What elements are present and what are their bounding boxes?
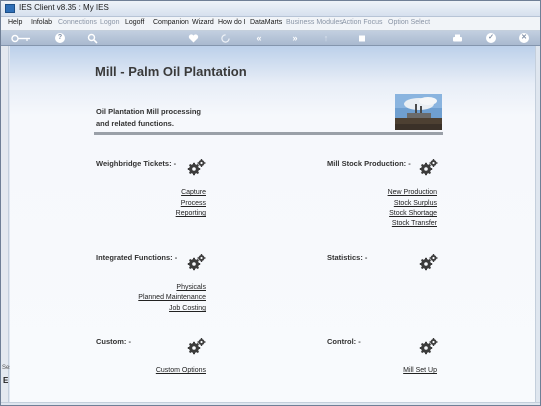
link-stock-transfer[interactable]: Stock Transfer bbox=[392, 220, 437, 227]
stop-icon[interactable] bbox=[357, 33, 367, 44]
key-icon[interactable] bbox=[11, 33, 31, 44]
section-custom: Custom: - bbox=[96, 337, 131, 346]
menu-logon[interactable]: Logon bbox=[100, 19, 119, 26]
toolbar: ? « » ↑ ✓ ✕ bbox=[1, 31, 540, 46]
app-icon bbox=[5, 4, 15, 13]
help-icon[interactable]: ? bbox=[55, 33, 65, 43]
window-title: IES Client v8.35 : My IES bbox=[19, 3, 109, 12]
refresh-icon[interactable] bbox=[220, 33, 231, 44]
forward-icon[interactable]: » bbox=[289, 33, 301, 44]
link-planned-maintenance[interactable]: Planned Maintenance bbox=[138, 294, 206, 301]
ok-icon[interactable]: ✓ bbox=[486, 33, 496, 43]
section-integrated-functions: Integrated Functions: - bbox=[96, 253, 178, 262]
gear-icon[interactable] bbox=[187, 158, 207, 176]
section-control: Control: - bbox=[327, 337, 361, 346]
menu-bar: Help Infolab Connections Logon Logoff Co… bbox=[1, 17, 540, 31]
menu-option-select[interactable]: Option Select bbox=[388, 19, 430, 26]
section-statistics: Statistics: - bbox=[327, 253, 368, 262]
gear-icon[interactable] bbox=[419, 158, 439, 176]
close-icon[interactable]: ✕ bbox=[519, 33, 529, 43]
gear-icon[interactable] bbox=[187, 337, 207, 355]
page-subtitle: Oil Plantation Mill processing and relat… bbox=[96, 106, 201, 130]
right-side-panel bbox=[535, 46, 540, 405]
link-process[interactable]: Process bbox=[181, 200, 206, 207]
link-new-production[interactable]: New Production bbox=[388, 189, 437, 196]
link-mill-set-up[interactable]: Mill Set Up bbox=[403, 367, 437, 374]
app-window: IES Client v8.35 : My IES Help Infolab C… bbox=[0, 0, 541, 406]
side-panel-letter: E bbox=[3, 376, 9, 385]
mill-photo bbox=[395, 94, 442, 130]
gear-icon[interactable] bbox=[419, 253, 439, 271]
back-icon[interactable]: « bbox=[253, 33, 265, 44]
link-stock-shortage[interactable]: Stock Shortage bbox=[389, 210, 437, 217]
page-subtitle-line1: Oil Plantation Mill processing bbox=[96, 107, 202, 116]
menu-business-modules[interactable]: Business Modules bbox=[286, 19, 343, 26]
link-capture[interactable]: Capture bbox=[181, 189, 206, 196]
link-reporting[interactable]: Reporting bbox=[176, 210, 206, 217]
link-stock-surplus[interactable]: Stock Surplus bbox=[394, 200, 437, 207]
title-bar: IES Client v8.35 : My IES bbox=[1, 1, 540, 17]
section-weighbridge-tickets: Weighbridge Tickets: - bbox=[96, 159, 177, 168]
bottom-edge bbox=[1, 402, 540, 405]
menu-logoff[interactable]: Logoff bbox=[125, 19, 144, 26]
menu-connections[interactable]: Connections bbox=[58, 19, 97, 26]
menu-help[interactable]: Help bbox=[8, 19, 22, 26]
menu-companion[interactable]: Companion bbox=[153, 19, 189, 26]
menu-wizard[interactable]: Wizard bbox=[192, 19, 214, 26]
page-subtitle-line2: and related functions. bbox=[96, 119, 174, 128]
content-area bbox=[10, 46, 535, 402]
menu-action-focus[interactable]: Action Focus bbox=[342, 19, 382, 26]
gear-icon[interactable] bbox=[419, 337, 439, 355]
left-side-panel: Ses E bbox=[1, 46, 12, 405]
link-physicals[interactable]: Physicals bbox=[176, 284, 206, 291]
heart-icon[interactable] bbox=[188, 33, 199, 44]
link-job-costing[interactable]: Job Costing bbox=[169, 305, 206, 312]
menu-how-do-i[interactable]: How do I bbox=[218, 19, 246, 26]
print-icon[interactable] bbox=[452, 33, 463, 44]
menu-infolab[interactable]: Infolab bbox=[31, 19, 52, 26]
page-title: Mill - Palm Oil Plantation bbox=[95, 64, 247, 79]
up-icon[interactable]: ↑ bbox=[321, 33, 331, 44]
header-divider bbox=[94, 132, 443, 135]
link-custom-options[interactable]: Custom Options bbox=[156, 367, 206, 374]
search-icon[interactable] bbox=[87, 33, 98, 44]
gear-icon[interactable] bbox=[187, 253, 207, 271]
menu-datamarts[interactable]: DataMarts bbox=[250, 19, 282, 26]
section-mill-stock-production: Mill Stock Production: - bbox=[327, 159, 411, 168]
